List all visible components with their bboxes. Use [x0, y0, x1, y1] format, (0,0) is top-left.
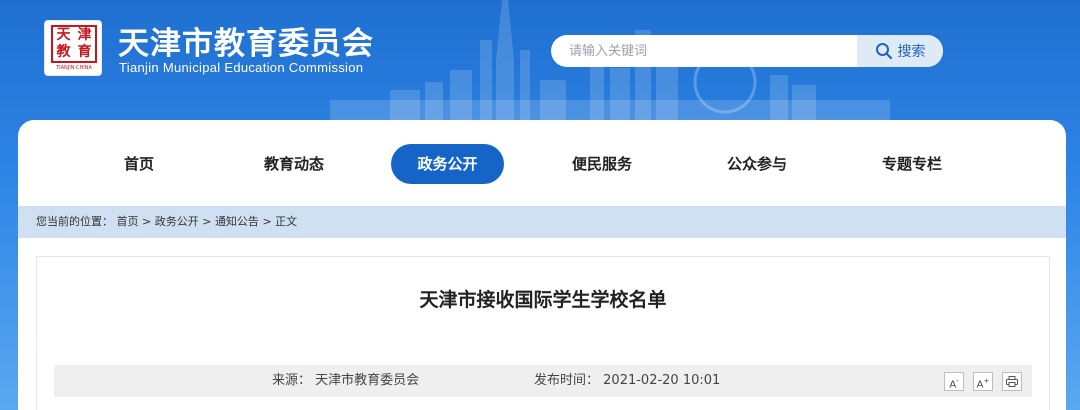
- source-value: 天津市教育委员会: [315, 373, 420, 388]
- search-button[interactable]: 搜索: [857, 35, 943, 67]
- breadcrumb-separator: >: [142, 215, 152, 228]
- nav-item-education-news[interactable]: 教育动态: [249, 144, 339, 184]
- breadcrumb-item-current: 正文: [275, 215, 298, 228]
- nav-item-public-services[interactable]: 便民服务: [557, 144, 647, 184]
- time-value: 2021-02-20 10:01: [603, 373, 721, 388]
- breadcrumb-separator: >: [262, 215, 272, 228]
- font-increase-button[interactable]: A+: [973, 372, 993, 391]
- breadcrumb: 您当前的位置： 首页 > 政务公开 > 通知公告 > 正文: [18, 206, 1066, 238]
- article-source: 来源： 天津市教育委员会: [272, 365, 419, 397]
- article-panel: 天津市接收国际学生学校名单 来源： 天津市教育委员会 发布时间： 2021-02…: [36, 256, 1050, 410]
- search-button-label: 搜索: [897, 44, 926, 60]
- breadcrumb-separator: >: [202, 215, 212, 228]
- seal-char: 天: [56, 27, 71, 43]
- article-meta-bar: 来源： 天津市教育委员会 发布时间： 2021-02-20 10:01 A- A…: [54, 365, 1032, 397]
- breadcrumb-item-notices[interactable]: 通知公告: [215, 215, 259, 228]
- search-box: 搜索: [551, 35, 943, 67]
- nav-item-government-affairs[interactable]: 政务公开: [391, 144, 504, 184]
- breadcrumb-prefix: 您当前的位置：: [36, 215, 113, 228]
- breadcrumb-item-government-affairs[interactable]: 政务公开: [155, 215, 199, 228]
- seal-char: 津: [77, 27, 92, 43]
- search-icon: [875, 43, 892, 60]
- nav-item-public-participation[interactable]: 公众参与: [712, 144, 802, 184]
- article-title: 天津市接收国际学生学校名单: [419, 289, 667, 311]
- time-label: 发布时间：: [534, 373, 600, 388]
- seal-subtitle: TIANJIN·CHINA: [56, 65, 92, 71]
- article-publish-time: 发布时间： 2021-02-20 10:01: [534, 365, 720, 397]
- print-icon: [1006, 376, 1018, 387]
- seal-char: 育: [77, 44, 92, 60]
- nav-item-home[interactable]: 首页: [104, 144, 174, 184]
- source-label: 来源：: [272, 373, 312, 388]
- site-header: 天 津 教 育 TIANJIN·CHINA 天津市教育委员会 Tianjin M…: [0, 0, 1080, 130]
- breadcrumb-item-home[interactable]: 首页: [117, 215, 139, 228]
- site-subtitle: Tianjin Municipal Education Commission: [119, 60, 364, 75]
- site-title[interactable]: 天津市教育委员会: [118, 18, 374, 63]
- seal-char: 教: [56, 44, 71, 60]
- main-content-card: 首页 教育动态 政务公开 便民服务 公众参与 专题专栏 您当前的位置： 首页 >…: [18, 120, 1066, 410]
- seal-emblem: 天 津 教 育: [51, 25, 97, 63]
- main-nav: 首页 教育动态 政务公开 便民服务 公众参与 专题专栏: [18, 142, 1066, 186]
- search-input[interactable]: [551, 35, 856, 67]
- site-logo[interactable]: 天 津 教 育 TIANJIN·CHINA: [44, 20, 102, 76]
- font-decrease-button[interactable]: A-: [944, 372, 964, 391]
- nav-item-special-topics[interactable]: 专题专栏: [866, 144, 958, 184]
- print-button[interactable]: [1002, 372, 1022, 391]
